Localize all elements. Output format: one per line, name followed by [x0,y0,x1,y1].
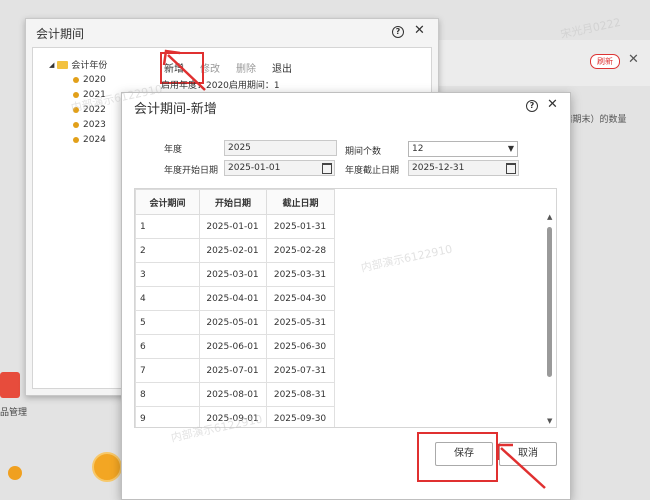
arrow-annotation [162,49,206,91]
tree-item-year[interactable]: 2022 [73,102,106,117]
start-date-cell[interactable]: 2025-01-01 [199,214,267,239]
column-header[interactable]: 开始日期 [199,189,267,215]
column-header[interactable]: 截止日期 [266,189,335,215]
end-date-cell[interactable]: 2025-05-31 [266,310,335,335]
close-icon[interactable]: ✕ [547,97,558,112]
scrollbar-thumb[interactable] [547,227,552,377]
period-grid: 会计期间 开始日期 截止日期 1 2025-01-01 2025-01-31 2 202… [134,188,557,428]
refresh-button[interactable]: 刷新 [590,54,620,69]
tree-item-year[interactable]: 2020 [73,72,106,87]
exit-button[interactable]: 退出 [269,56,295,79]
tree-item-year[interactable]: 2024 [73,132,106,147]
period-number-cell[interactable]: 9 [135,406,200,427]
module-icon-small[interactable] [8,466,22,480]
help-icon[interactable]: ? [392,26,404,38]
period-number-cell[interactable]: 1 [135,214,200,239]
module-icon-round[interactable] [92,452,122,482]
watermark: 宋光月0222 [559,15,622,42]
period-number-cell[interactable]: 7 [135,358,200,383]
dialog-title: 会计期间 [36,27,85,41]
period-number-cell[interactable]: 5 [135,310,200,335]
arrow-annotation [496,443,546,489]
start-date-cell[interactable]: 2025-06-01 [199,334,267,359]
period-table: 会计期间 开始日期 截止日期 1 2025-01-01 2025-01-31 2 202… [135,189,335,427]
end-date-label: 年度截止日期 [345,166,400,176]
tree-item-year[interactable]: 2023 [73,117,106,132]
tree-item-label: 2021 [83,89,106,100]
calendar-icon[interactable] [322,163,332,174]
period-number-cell[interactable]: 6 [135,334,200,359]
start-date-value: 2025-01-01 [228,163,281,173]
period-count-label: 期间个数 [345,147,382,157]
table-row[interactable]: 7 2025-07-01 2025-07-31 [135,358,335,383]
leaf-icon [73,136,79,143]
start-date-cell[interactable]: 2025-02-01 [199,238,267,263]
dialog-title: 会计期间-新增 [134,102,217,117]
start-date-cell[interactable]: 2025-03-01 [199,262,267,287]
start-date-cell[interactable]: 2025-04-01 [199,286,267,311]
start-date-cell[interactable]: 2025-05-01 [199,310,267,335]
period-number-cell[interactable]: 3 [135,262,200,287]
leaf-icon [73,106,79,113]
start-date-input[interactable]: 2025-01-01 [224,160,335,176]
tree-item-label: 2024 [83,134,106,145]
end-date-cell[interactable]: 2025-06-30 [266,334,335,359]
period-count-value: 12 [412,144,424,154]
start-date-cell[interactable]: 2025-08-01 [199,382,267,407]
column-header[interactable]: 会计期间 [135,189,200,215]
collapse-icon[interactable]: ◢ [49,61,54,69]
scroll-down-icon[interactable]: ▼ [547,417,552,425]
start-date-cell[interactable]: 2025-09-01 [199,406,267,427]
tree-item-label: 2023 [83,119,106,130]
close-icon[interactable]: ✕ [628,52,639,67]
start-date-label: 年度开始日期 [164,166,219,176]
tree-item-label: 2022 [83,104,106,115]
start-date-cell[interactable]: 2025-07-01 [199,358,267,383]
end-date-cell[interactable]: 2025-04-30 [266,286,335,311]
table-row[interactable]: 3 2025-03-01 2025-03-31 [135,262,335,287]
table-row[interactable]: 2 2025-02-01 2025-02-28 [135,238,335,263]
tree-root-label: 会计年份 [71,61,108,71]
table-row[interactable]: 6 2025-06-01 2025-06-30 [135,334,335,359]
tree-item-label: 2020 [83,74,106,85]
leaf-icon [73,121,79,128]
module-icon[interactable] [0,372,20,398]
end-date-cell[interactable]: 2025-08-31 [266,382,335,407]
scroll-up-icon[interactable]: ▲ [547,213,552,221]
folder-icon [57,60,69,69]
table-row[interactable]: 9 2025-09-01 2025-09-30 [135,406,335,427]
period-number-cell[interactable]: 2 [135,238,200,263]
leaf-icon [73,76,79,83]
table-row[interactable]: 5 2025-05-01 2025-05-31 [135,310,335,335]
year-label: 年度 [164,145,183,155]
period-count-select[interactable]: 12 ▼ [408,141,518,157]
end-date-input[interactable]: 2025-12-31 [408,160,519,176]
table-row[interactable]: 1 2025-01-01 2025-01-31 [135,214,335,239]
end-date-cell[interactable]: 2025-03-31 [266,262,335,287]
year-input[interactable]: 2025 [224,140,337,156]
year-tree: 2020 2021 2022 2023 2024 [73,72,106,147]
calendar-icon[interactable] [506,163,516,174]
end-date-cell[interactable]: 2025-09-30 [266,406,335,427]
delete-button[interactable]: 删除 [233,56,259,79]
vertical-scrollbar[interactable]: ▲ ▼ [544,213,556,425]
period-number-cell[interactable]: 4 [135,286,200,311]
save-button[interactable]: 保存 [435,442,493,466]
end-date-cell[interactable]: 2025-01-31 [266,214,335,239]
module-label: 品管理 [0,408,28,418]
table-row[interactable]: 4 2025-04-01 2025-04-30 [135,286,335,311]
table-row[interactable]: 8 2025-08-01 2025-08-31 [135,382,335,407]
tree-item-year[interactable]: 2021 [73,87,106,102]
table-header-row: 会计期间 开始日期 截止日期 [135,189,335,215]
end-date-cell[interactable]: 2025-07-31 [266,358,335,383]
chevron-down-icon[interactable]: ▼ [508,142,514,156]
help-icon[interactable]: ? [526,100,538,112]
leaf-icon [73,91,79,98]
period-number-cell[interactable]: 8 [135,382,200,407]
close-icon[interactable]: ✕ [414,23,425,38]
end-date-cell[interactable]: 2025-02-28 [266,238,335,263]
tree-root[interactable]: ◢ 会计年份 [49,58,107,71]
end-date-value: 2025-12-31 [412,163,465,173]
add-period-dialog: 会计期间-新增 ? ✕ 年度 2025 期间个数 12 ▼ 年度开始日期 202… [121,92,571,500]
